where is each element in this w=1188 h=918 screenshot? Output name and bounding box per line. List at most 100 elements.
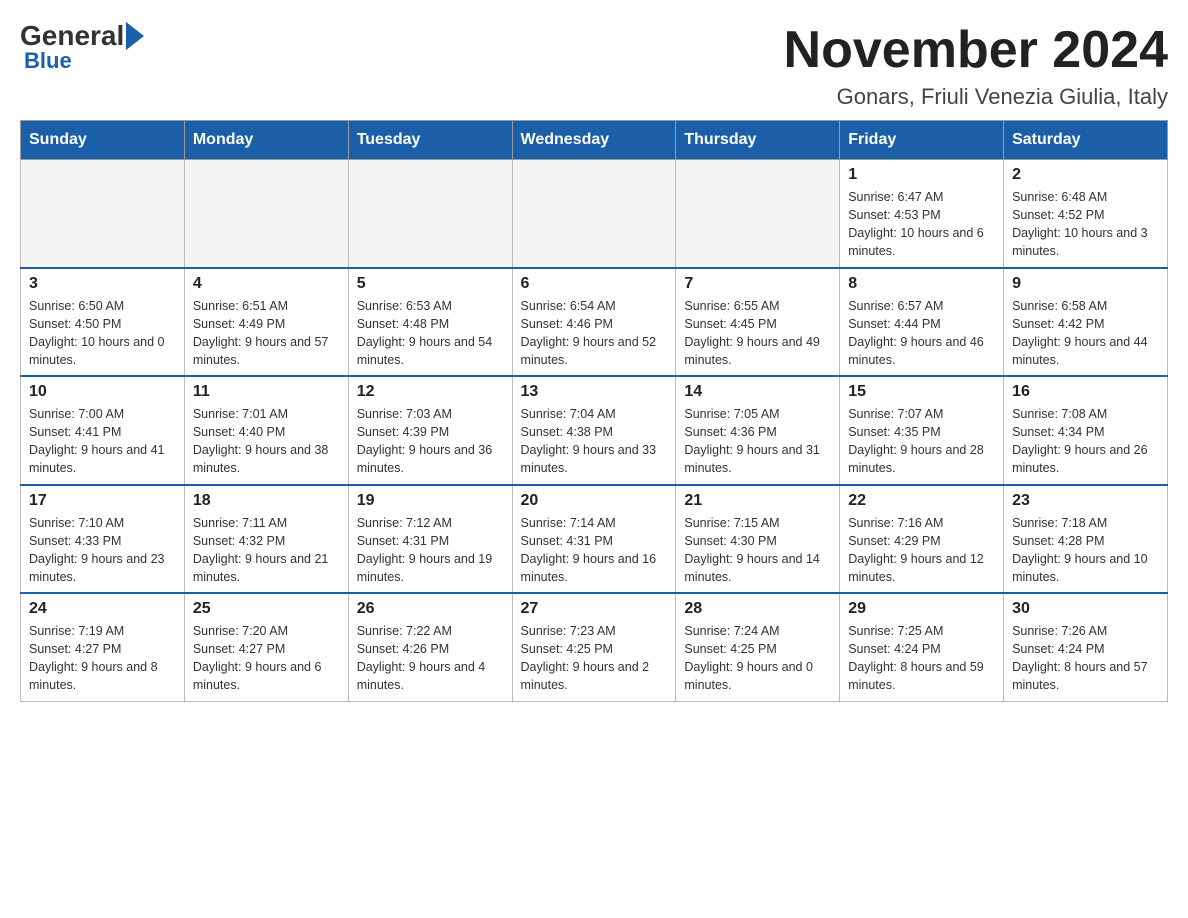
calendar-day-cell: 7 Sunrise: 6:55 AMSunset: 4:45 PMDaylight… <box>676 268 840 377</box>
day-number: 12 <box>357 383 504 401</box>
day-info: Sunrise: 7:04 AMSunset: 4:38 PMDaylight:… <box>521 405 668 478</box>
calendar-day-cell: 23 Sunrise: 7:18 AMSunset: 4:28 PMDayligh… <box>1004 485 1168 594</box>
calendar-day-cell: 3 Sunrise: 6:50 AMSunset: 4:50 PMDaylight… <box>21 268 185 377</box>
calendar-day-cell: 10Sunrise: 7:00 AMSunset: 4:41 PMDayligh… <box>21 376 185 485</box>
day-info: Sunrise: 6:47 AMSunset: 4:53 PMDaylight:… <box>848 188 995 261</box>
day-number: 9 <box>1012 275 1159 293</box>
calendar-day-cell: 30Sunrise: 7:26 AMSunset: 4:24 PMDayligh… <box>1004 593 1168 701</box>
day-number: 3 <box>29 275 176 293</box>
day-info: Sunrise: 6:55 AMSunset: 4:45 PMDaylight:… <box>684 297 831 370</box>
calendar-day-cell: 8 Sunrise: 6:57 AMSunset: 4:44 PMDaylight… <box>840 268 1004 377</box>
calendar-day-cell: 26 Sunrise: 7:22 AMSunset: 4:26 PMDayligh… <box>348 593 512 701</box>
calendar-day-cell: 17 Sunrise: 7:10 AMSunset: 4:33 PMDayligh… <box>21 485 185 594</box>
calendar-day-cell: 15Sunrise: 7:07 AMSunset: 4:35 PMDayligh… <box>840 376 1004 485</box>
day-info: Sunrise: 7:18 AMSunset: 4:28 PMDaylight:… <box>1012 514 1159 587</box>
day-info: Sunrise: 7:26 AMSunset: 4:24 PMDaylight:… <box>1012 622 1159 695</box>
day-info: Sunrise: 7:15 AMSunset: 4:30 PMDaylight:… <box>684 514 831 587</box>
weekday-header-wednesday: Wednesday <box>512 121 676 160</box>
title-block: November 2024 Gonars, Friuli Venezia Giu… <box>784 20 1168 110</box>
day-info: Sunrise: 7:11 AMSunset: 4:32 PMDaylight:… <box>193 514 340 587</box>
day-info: Sunrise: 6:57 AMSunset: 4:44 PMDaylight:… <box>848 297 995 370</box>
calendar-week-row: 3 Sunrise: 6:50 AMSunset: 4:50 PMDaylight… <box>21 268 1168 377</box>
calendar-day-cell <box>21 160 185 268</box>
day-number: 17 <box>29 492 176 510</box>
day-number: 24 <box>29 600 176 618</box>
day-number: 5 <box>357 275 504 293</box>
weekday-header-saturday: Saturday <box>1004 121 1168 160</box>
day-number: 8 <box>848 275 995 293</box>
day-number: 27 <box>521 600 668 618</box>
day-info: Sunrise: 7:10 AMSunset: 4:33 PMDaylight:… <box>29 514 176 587</box>
logo-blue-text: Blue <box>24 48 72 74</box>
day-number: 1 <box>848 166 995 184</box>
calendar-day-cell: 12 Sunrise: 7:03 AMSunset: 4:39 PMDayligh… <box>348 376 512 485</box>
day-info: Sunrise: 6:51 AMSunset: 4:49 PMDaylight:… <box>193 297 340 370</box>
day-number: 16 <box>1012 383 1159 401</box>
day-number: 14 <box>684 383 831 401</box>
day-number: 11 <box>193 383 340 401</box>
calendar-day-cell: 20Sunrise: 7:14 AMSunset: 4:31 PMDayligh… <box>512 485 676 594</box>
calendar-day-cell: 5Sunrise: 6:53 AMSunset: 4:48 PMDaylight… <box>348 268 512 377</box>
calendar-day-cell: 21Sunrise: 7:15 AMSunset: 4:30 PMDayligh… <box>676 485 840 594</box>
weekday-header-thursday: Thursday <box>676 121 840 160</box>
day-number: 26 <box>357 600 504 618</box>
day-info: Sunrise: 7:16 AMSunset: 4:29 PMDaylight:… <box>848 514 995 587</box>
day-number: 7 <box>684 275 831 293</box>
day-number: 19 <box>357 492 504 510</box>
calendar-day-cell: 28 Sunrise: 7:24 AMSunset: 4:25 PMDayligh… <box>676 593 840 701</box>
logo: General Blue <box>20 20 144 74</box>
day-info: Sunrise: 7:19 AMSunset: 4:27 PMDaylight:… <box>29 622 176 695</box>
day-info: Sunrise: 6:54 AMSunset: 4:46 PMDaylight:… <box>521 297 668 370</box>
day-info: Sunrise: 6:50 AMSunset: 4:50 PMDaylight:… <box>29 297 176 370</box>
day-number: 29 <box>848 600 995 618</box>
day-number: 2 <box>1012 166 1159 184</box>
calendar-day-cell: 2 Sunrise: 6:48 AMSunset: 4:52 PMDaylight… <box>1004 160 1168 268</box>
day-info: Sunrise: 7:03 AMSunset: 4:39 PMDaylight:… <box>357 405 504 478</box>
page-subtitle: Gonars, Friuli Venezia Giulia, Italy <box>784 84 1168 110</box>
day-info: Sunrise: 7:25 AMSunset: 4:24 PMDaylight:… <box>848 622 995 695</box>
calendar-day-cell: 1 Sunrise: 6:47 AMSunset: 4:53 PMDaylight… <box>840 160 1004 268</box>
weekday-header-monday: Monday <box>184 121 348 160</box>
day-info: Sunrise: 6:48 AMSunset: 4:52 PMDaylight:… <box>1012 188 1159 261</box>
calendar-table: SundayMondayTuesdayWednesdayThursdayFrid… <box>20 120 1168 702</box>
calendar-day-cell: 22 Sunrise: 7:16 AMSunset: 4:29 PMDayligh… <box>840 485 1004 594</box>
day-info: Sunrise: 7:23 AMSunset: 4:25 PMDaylight:… <box>521 622 668 695</box>
day-info: Sunrise: 7:12 AMSunset: 4:31 PMDaylight:… <box>357 514 504 587</box>
day-info: Sunrise: 7:22 AMSunset: 4:26 PMDaylight:… <box>357 622 504 695</box>
day-number: 6 <box>521 275 668 293</box>
weekday-header-sunday: Sunday <box>21 121 185 160</box>
calendar-day-cell: 19 Sunrise: 7:12 AMSunset: 4:31 PMDayligh… <box>348 485 512 594</box>
calendar-week-row: 10Sunrise: 7:00 AMSunset: 4:41 PMDayligh… <box>21 376 1168 485</box>
calendar-day-cell: 25Sunrise: 7:20 AMSunset: 4:27 PMDayligh… <box>184 593 348 701</box>
calendar-day-cell: 16 Sunrise: 7:08 AMSunset: 4:34 PMDayligh… <box>1004 376 1168 485</box>
day-number: 10 <box>29 383 176 401</box>
page-header: General Blue November 2024 Gonars, Friul… <box>20 20 1168 110</box>
day-info: Sunrise: 7:24 AMSunset: 4:25 PMDaylight:… <box>684 622 831 695</box>
calendar-week-row: 24 Sunrise: 7:19 AMSunset: 4:27 PMDayligh… <box>21 593 1168 701</box>
day-number: 23 <box>1012 492 1159 510</box>
day-info: Sunrise: 7:01 AMSunset: 4:40 PMDaylight:… <box>193 405 340 478</box>
day-number: 28 <box>684 600 831 618</box>
day-info: Sunrise: 7:20 AMSunset: 4:27 PMDaylight:… <box>193 622 340 695</box>
day-info: Sunrise: 7:05 AMSunset: 4:36 PMDaylight:… <box>684 405 831 478</box>
calendar-day-cell: 6 Sunrise: 6:54 AMSunset: 4:46 PMDaylight… <box>512 268 676 377</box>
day-number: 20 <box>521 492 668 510</box>
calendar-day-cell <box>512 160 676 268</box>
day-number: 22 <box>848 492 995 510</box>
calendar-day-cell: 29 Sunrise: 7:25 AMSunset: 4:24 PMDayligh… <box>840 593 1004 701</box>
calendar-day-cell <box>676 160 840 268</box>
day-info: Sunrise: 6:58 AMSunset: 4:42 PMDaylight:… <box>1012 297 1159 370</box>
page-title: November 2024 <box>784 20 1168 80</box>
calendar-week-row: 17 Sunrise: 7:10 AMSunset: 4:33 PMDayligh… <box>21 485 1168 594</box>
calendar-day-cell: 27 Sunrise: 7:23 AMSunset: 4:25 PMDayligh… <box>512 593 676 701</box>
day-number: 4 <box>193 275 340 293</box>
day-info: Sunrise: 7:07 AMSunset: 4:35 PMDaylight:… <box>848 405 995 478</box>
calendar-day-cell: 14 Sunrise: 7:05 AMSunset: 4:36 PMDayligh… <box>676 376 840 485</box>
calendar-day-cell: 4 Sunrise: 6:51 AMSunset: 4:49 PMDaylight… <box>184 268 348 377</box>
day-info: Sunrise: 7:08 AMSunset: 4:34 PMDaylight:… <box>1012 405 1159 478</box>
day-number: 18 <box>193 492 340 510</box>
logo-arrow-icon <box>126 22 144 50</box>
calendar-day-cell <box>348 160 512 268</box>
weekday-header-friday: Friday <box>840 121 1004 160</box>
calendar-day-cell: 18 Sunrise: 7:11 AMSunset: 4:32 PMDayligh… <box>184 485 348 594</box>
